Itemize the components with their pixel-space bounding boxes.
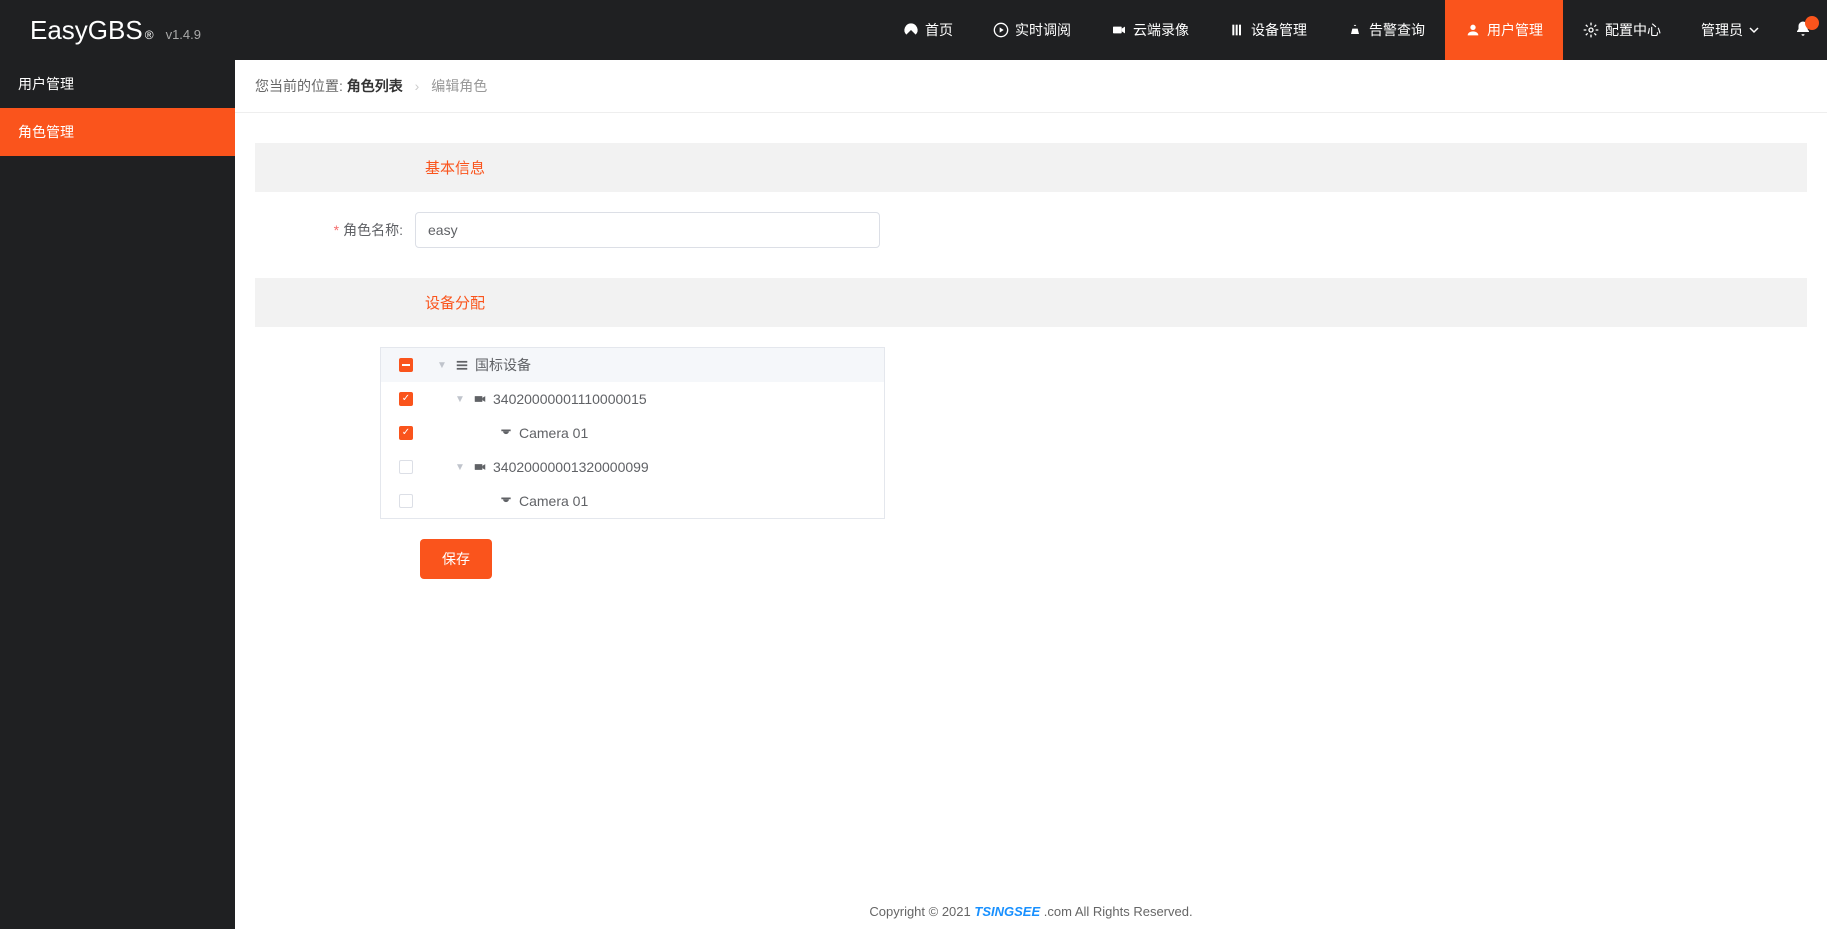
- admin-label: 管理员: [1701, 20, 1743, 40]
- section-basic-title: 基本信息: [255, 157, 1807, 178]
- nav-label: 用户管理: [1487, 20, 1543, 40]
- footer-prefix: Copyright © 2021: [869, 904, 974, 919]
- breadcrumb-current: 编辑角色: [431, 78, 487, 94]
- nav-label: 实时调阅: [1015, 20, 1071, 40]
- tree-node-label: Camera 01: [519, 493, 588, 509]
- nav-device[interactable]: 设备管理: [1209, 0, 1327, 60]
- logo: EasyGBS ® v1.4.9: [0, 15, 231, 46]
- play-icon: [993, 22, 1009, 38]
- breadcrumb-link[interactable]: 角色列表: [347, 78, 403, 94]
- top-header: EasyGBS ® v1.4.9 首页 实时调阅 云端录像 设备管理 告警查询 用户管理 配…: [0, 0, 1827, 60]
- breadcrumb-prefix: 您当前的位置:: [255, 78, 343, 94]
- list-icon: [455, 358, 469, 372]
- nav-home[interactable]: 首页: [883, 0, 973, 60]
- tree-node[interactable]: ▼ 34020000001320000099: [381, 450, 884, 484]
- tree-node[interactable]: ▼ 国标设备: [381, 348, 884, 382]
- save-button[interactable]: 保存: [420, 539, 492, 579]
- nav-label: 告警查询: [1369, 20, 1425, 40]
- chevron-down-icon: [1749, 22, 1759, 38]
- tree-node-label: 34020000001110000015: [493, 391, 647, 407]
- nav-realtime[interactable]: 实时调阅: [973, 0, 1091, 60]
- nav-user[interactable]: 用户管理: [1445, 0, 1563, 60]
- expand-icon[interactable]: ▼: [455, 462, 467, 473]
- notification-badge: [1805, 16, 1819, 30]
- notification-bell[interactable]: [1779, 20, 1827, 41]
- tree-node[interactable]: ▼ 34020000001110000015: [381, 382, 884, 416]
- device-icon: [1229, 22, 1245, 38]
- breadcrumb-separator: ›: [415, 78, 420, 94]
- gear-icon: [1583, 22, 1599, 38]
- tree-checkbox[interactable]: [399, 392, 413, 406]
- sidebar-user-mgmt[interactable]: 用户管理: [0, 60, 235, 108]
- registered-mark: ®: [145, 28, 154, 42]
- alert-icon: [1347, 22, 1363, 38]
- camera-icon: [473, 392, 487, 406]
- nav-cloud[interactable]: 云端录像: [1091, 0, 1209, 60]
- role-name-row: *角色名称:: [255, 212, 1807, 248]
- admin-dropdown[interactable]: 管理员: [1681, 20, 1779, 40]
- tree-node-label: 国标设备: [475, 355, 531, 375]
- app-name: EasyGBS: [30, 15, 143, 46]
- main-nav: 首页 实时调阅 云端录像 设备管理 告警查询 用户管理 配置中心: [883, 0, 1681, 60]
- nav-config[interactable]: 配置中心: [1563, 0, 1681, 60]
- section-basic-header: 基本信息: [255, 143, 1807, 192]
- video-icon: [1111, 22, 1127, 38]
- nav-label: 云端录像: [1133, 20, 1189, 40]
- section-device-title: 设备分配: [255, 292, 1807, 313]
- footer: Copyright © 2021 TSINGSEE .com All Right…: [235, 886, 1827, 929]
- sidebar: 用户管理角色管理: [0, 60, 235, 929]
- user-icon: [1465, 22, 1481, 38]
- nav-label: 首页: [925, 20, 953, 40]
- device-tree[interactable]: ▼ 国标设备 ▼ 34020000001110000015 ▼Camera 01 ▼ 340…: [380, 347, 885, 519]
- main-content: 您当前的位置: 角色列表 › 编辑角色 基本信息 *角色名称: 设备分配 ▼ 国标…: [235, 60, 1827, 929]
- role-name-label: *角色名称:: [255, 220, 415, 240]
- tree-node-label: 34020000001320000099: [493, 459, 649, 475]
- app-version: v1.4.9: [166, 27, 201, 42]
- tree-checkbox[interactable]: [399, 494, 413, 508]
- tree-node[interactable]: ▼Camera 01: [381, 484, 884, 518]
- dashboard-icon: [903, 22, 919, 38]
- section-device-header: 设备分配: [255, 278, 1807, 327]
- tree-checkbox[interactable]: [399, 426, 413, 440]
- breadcrumb: 您当前的位置: 角色列表 › 编辑角色: [235, 60, 1827, 113]
- expand-icon[interactable]: ▼: [455, 394, 467, 405]
- sidebar-role-mgmt[interactable]: 角色管理: [0, 108, 235, 156]
- nav-label: 设备管理: [1251, 20, 1307, 40]
- role-name-input[interactable]: [415, 212, 880, 248]
- tree-checkbox[interactable]: [399, 460, 413, 474]
- nav-label: 配置中心: [1605, 20, 1661, 40]
- expand-icon[interactable]: ▼: [437, 360, 449, 371]
- tree-node-label: Camera 01: [519, 425, 588, 441]
- dome-icon: [499, 494, 513, 508]
- footer-suffix: .com All Rights Reserved.: [1044, 904, 1193, 919]
- tree-checkbox[interactable]: [399, 358, 413, 372]
- camera-icon: [473, 460, 487, 474]
- tree-node[interactable]: ▼Camera 01: [381, 416, 884, 450]
- nav-alarm[interactable]: 告警查询: [1327, 0, 1445, 60]
- dome-icon: [499, 426, 513, 440]
- footer-brand[interactable]: TSINGSEE: [974, 904, 1040, 919]
